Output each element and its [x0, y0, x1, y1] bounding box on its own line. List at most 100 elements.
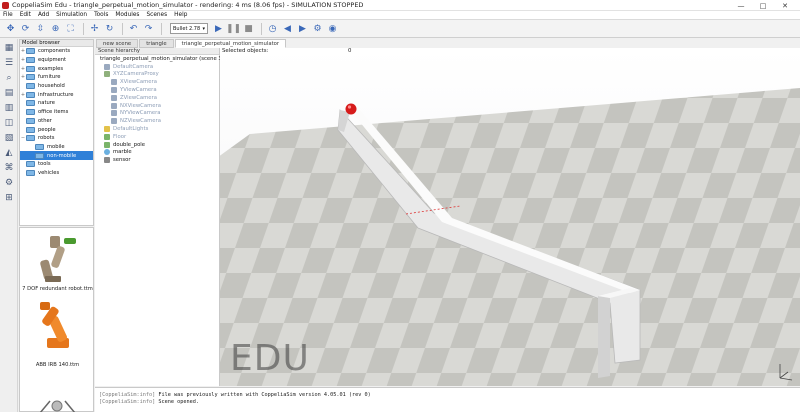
- scene-object-item[interactable]: YViewCamera: [95, 86, 219, 94]
- scene-viewport[interactable]: Selected objects: 0 EDU: [220, 48, 800, 386]
- camera-rotate-icon[interactable]: ⟳: [19, 22, 32, 35]
- scene-object-item[interactable]: NXViewCamera: [95, 102, 219, 110]
- object-properties-icon[interactable]: ▤: [3, 87, 15, 99]
- camera-pan-icon[interactable]: ✥: [4, 22, 17, 35]
- shape-edit-icon[interactable]: ◭: [3, 147, 15, 159]
- thumbnail-label: ABB IRB 140.ttm: [35, 362, 80, 368]
- console-message: File was previously written with Coppeli…: [158, 392, 371, 398]
- model-browser-item[interactable]: + examples: [20, 64, 93, 73]
- model-browser-item[interactable]: household: [20, 82, 93, 91]
- settings-icon[interactable]: ⚙: [3, 177, 15, 189]
- scene-object-item[interactable]: NYViewCamera: [95, 110, 219, 118]
- model-browser-item-label: non-mobile: [47, 152, 77, 159]
- scene-object-item[interactable]: triangle_perpetual_motion_simulator (sce…: [95, 55, 224, 63]
- window-controls: — □ ✕: [730, 0, 796, 11]
- scene-tabs: new scene triangle triangle_perpetual_mo…: [96, 39, 287, 48]
- menu-add[interactable]: Add: [38, 12, 49, 18]
- selection-icon[interactable]: ⊞: [3, 192, 15, 204]
- stop-icon[interactable]: ■: [242, 22, 255, 35]
- play-icon[interactable]: ▶: [212, 22, 225, 35]
- object-rotate-icon[interactable]: ↻: [103, 22, 116, 35]
- camera-zoom-icon[interactable]: ⊕: [49, 22, 62, 35]
- selected-objects-label: Selected objects:: [222, 48, 269, 54]
- collections-icon[interactable]: ◫: [3, 117, 15, 129]
- object-move-icon[interactable]: ✢: [88, 22, 101, 35]
- maximize-button[interactable]: □: [752, 0, 774, 11]
- scene-object-item[interactable]: Floor: [95, 133, 219, 141]
- folder-icon: [26, 135, 35, 142]
- thread-icon[interactable]: ⚙: [311, 22, 324, 35]
- model-browser-item[interactable]: non-mobile: [20, 151, 93, 160]
- close-button[interactable]: ✕: [774, 0, 796, 11]
- model-browser-item[interactable]: − robots: [20, 134, 93, 143]
- scene-object-item[interactable]: marble: [95, 149, 219, 157]
- menu-file[interactable]: File: [3, 12, 13, 18]
- menu-modules[interactable]: Modules: [115, 12, 139, 18]
- model-browser-item-label: nature: [38, 100, 55, 107]
- model-browser-item[interactable]: mobile: [20, 143, 93, 152]
- scene-object-item[interactable]: NZViewCamera: [95, 117, 219, 125]
- model-browser-item[interactable]: + infrastructure: [20, 90, 93, 99]
- realtime-icon[interactable]: ◷: [266, 22, 279, 35]
- model-browser-icon[interactable]: ▦: [3, 42, 15, 54]
- camera-shift-icon[interactable]: ⇳: [34, 22, 47, 35]
- minimize-button[interactable]: —: [730, 0, 752, 11]
- console-message: Scene opened.: [158, 399, 199, 405]
- model-browser-item[interactable]: + components: [20, 47, 93, 56]
- physics-engine-select[interactable]: Bullet 2.78 ▾: [170, 23, 208, 34]
- model-browser-item[interactable]: nature: [20, 99, 93, 108]
- scene-object-item[interactable]: DefaultCamera: [95, 63, 219, 71]
- menu-edit[interactable]: Edit: [20, 12, 31, 18]
- pause-icon[interactable]: ❚❚: [226, 22, 241, 35]
- scene-object-item[interactable]: DefaultLights: [95, 125, 219, 133]
- camera-icon: [104, 63, 110, 70]
- console-line: [CoppeliaSim:info] Scene opened.: [99, 399, 796, 406]
- scripts-icon[interactable]: ▧: [3, 132, 15, 144]
- folder-icon: [26, 109, 35, 116]
- scene-object-item[interactable]: XYZCameraProxy: [95, 71, 219, 79]
- scene-render[interactable]: [220, 48, 800, 386]
- model-browser-item[interactable]: office items: [20, 108, 93, 117]
- scene-object-item[interactable]: ZViewCamera: [95, 94, 219, 102]
- undo-icon[interactable]: ↶: [127, 22, 140, 35]
- folder-icon: [26, 83, 35, 90]
- model-browser-item[interactable]: other: [20, 117, 93, 126]
- menu-help[interactable]: Help: [174, 12, 187, 18]
- search-icon[interactable]: ⌕: [3, 72, 15, 84]
- path-edit-icon[interactable]: ⌘: [3, 162, 15, 174]
- folder-icon: [26, 169, 35, 176]
- redundant-robot-thumbnail[interactable]: [40, 232, 76, 287]
- menu-scenes[interactable]: Scenes: [146, 12, 167, 18]
- menu-tools[interactable]: Tools: [94, 12, 108, 18]
- menu-simulation[interactable]: Simulation: [56, 12, 87, 18]
- model-browser-item-label: furniture: [38, 74, 61, 81]
- slower-icon[interactable]: ◀: [281, 22, 294, 35]
- folder-icon: [26, 126, 35, 133]
- model-browser-item[interactable]: vehicles: [20, 169, 93, 178]
- axes-gizmo-icon: [779, 364, 793, 381]
- visualization-icon[interactable]: ◉: [326, 22, 339, 35]
- model-browser-item[interactable]: tools: [20, 160, 93, 169]
- scene-object-item[interactable]: sensor: [95, 156, 219, 164]
- camera-fit-icon[interactable]: ⛶: [64, 22, 77, 35]
- abb-irb-140-thumbnail[interactable]: [40, 302, 69, 348]
- main-toolbar: ✥ ⟳ ⇳ ⊕ ⛶ ✢ ↻ ↶ ↷ Bullet 2.78 ▾ ▶ ❚❚ ■ ◷…: [0, 20, 800, 38]
- scene-object-item[interactable]: XViewCamera: [95, 78, 219, 86]
- marble-sphere[interactable]: [345, 103, 357, 115]
- tab-new-scene[interactable]: new scene: [96, 39, 139, 48]
- calculation-modules-icon[interactable]: ▥: [3, 102, 15, 114]
- tab-triangle-perpetual-motion-simulator[interactable]: triangle_perpetual_motion_simulator: [174, 39, 287, 48]
- redo-icon[interactable]: ↷: [142, 22, 155, 35]
- physics-engine-value: Bullet 2.78: [173, 25, 201, 32]
- model-browser-item[interactable]: people: [20, 125, 93, 134]
- faster-icon[interactable]: ▶: [296, 22, 309, 35]
- gripper-thumbnail[interactable]: [39, 400, 76, 412]
- model-browser-item[interactable]: + equipment: [20, 56, 93, 65]
- folder-icon: [26, 91, 35, 98]
- scene-object-item[interactable]: double_pole: [95, 141, 219, 149]
- model-browser: Model browser + components + equipment + exam…: [19, 39, 94, 226]
- console-line: [CoppeliaSim:info] File was previously w…: [99, 392, 796, 399]
- tab-triangle[interactable]: triangle: [139, 39, 174, 48]
- model-browser-item[interactable]: + furniture: [20, 73, 93, 82]
- scene-hierarchy-icon[interactable]: ☰: [3, 57, 15, 69]
